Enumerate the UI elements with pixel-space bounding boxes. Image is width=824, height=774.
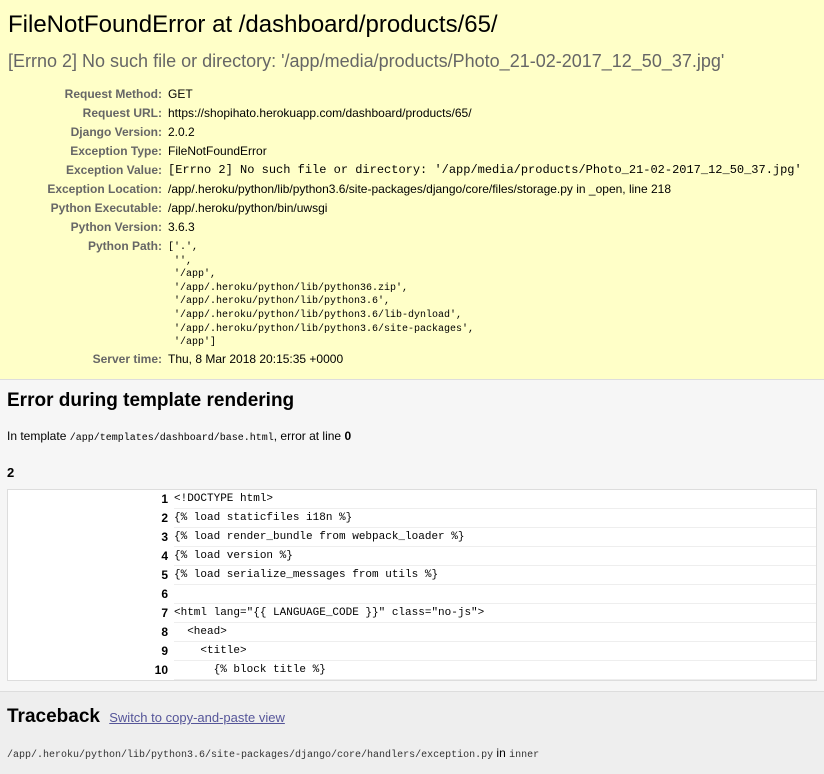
meta-label: Python Version:	[70, 220, 162, 234]
meta-row-django-version: Django Version: 2.0.2	[8, 123, 802, 142]
switch-to-copy-paste-link[interactable]: Switch to copy-and-paste view	[109, 710, 285, 725]
meta-label: Request URL:	[82, 106, 162, 120]
line-number: 3	[8, 527, 174, 548]
meta-label: Python Executable:	[50, 201, 162, 215]
meta-value: FileNotFoundError	[168, 144, 267, 158]
source-line: 9 <title>	[8, 641, 816, 662]
source-line: 5 {% load serialize_messages from utils %…	[8, 565, 816, 586]
frame-filename: /app/.heroku/python/lib/python3.6/site-p…	[7, 750, 494, 762]
python-path-value: ['.', '', '/app', '/app/.heroku/python/l…	[168, 242, 475, 349]
traceback-title: Traceback	[7, 706, 100, 728]
line-number: 7	[8, 603, 174, 624]
meta-row-exception-type: Exception Type: FileNotFoundError	[8, 142, 802, 161]
meta-value: GET	[168, 87, 193, 101]
meta-row-exception-location: Exception Location: /app/.heroku/python/…	[8, 180, 802, 199]
meta-label: Server time:	[92, 351, 162, 366]
line-code: {% block title %}	[174, 660, 816, 681]
meta-row-request-method: Request Method: GET	[8, 85, 802, 104]
template-error-intro: In template /app/templates/dashboard/bas…	[7, 428, 817, 447]
source-line: 3 {% load render_bundle from webpack_load…	[8, 527, 816, 548]
template-error-heading: Error during template rendering	[7, 389, 295, 411]
line-number: 10	[8, 660, 174, 681]
error-summary: FileNotFoundError at /dashboard/products…	[0, 0, 824, 380]
meta-row-server-time: Server time: Thu, 8 Mar 2018 20:15:35 +0…	[8, 350, 802, 369]
meta-row-python-version: Python Version: 3.6.3	[8, 218, 802, 237]
line-code: <html lang="{{ LANGUAGE_CODE }}" class="…	[174, 603, 816, 624]
exception-message: [Errno 2] No such file or directory: '/a…	[8, 51, 725, 71]
meta-value: 2.0.2	[168, 125, 195, 139]
line-number: 1	[8, 489, 174, 510]
source-line: 2 {% load staticfiles i18n %}	[8, 508, 816, 529]
line-number: 9	[8, 641, 174, 662]
line-code: <head>	[174, 622, 816, 643]
line-number: 2	[8, 508, 174, 529]
line-code: <title>	[174, 641, 816, 662]
line-number: 8	[8, 622, 174, 643]
line-code: {% load render_bundle from webpack_loade…	[174, 527, 816, 548]
meta-value: /app/.heroku/python/lib/python3.6/site-p…	[168, 182, 672, 196]
meta-label: Django Version:	[70, 125, 162, 139]
traceback-section: Traceback Switch to copy-and-paste view …	[0, 692, 824, 774]
source-line: 10 {% block title %}	[8, 660, 816, 681]
meta-value: https://shopihato.herokuapp.com/dashboar…	[168, 106, 472, 120]
intro-prefix: In template	[7, 428, 70, 443]
intro-suffix: , error at line	[273, 428, 345, 443]
line-code	[174, 584, 816, 605]
template-error-value: 2	[7, 464, 15, 480]
traceback-heading: Traceback Switch to copy-and-paste view	[7, 704, 817, 731]
meta-value: /app/.heroku/python/bin/uwsgi	[168, 201, 328, 215]
template-path: /app/templates/dashboard/base.html	[69, 432, 274, 444]
meta-label: Exception Type:	[70, 144, 162, 158]
source-line: 8 <head>	[8, 622, 816, 643]
source-line: 1 <!DOCTYPE html>	[8, 489, 816, 510]
meta-row-request-url: Request URL: https://shopihato.herokuapp…	[8, 104, 802, 123]
source-line: 6	[8, 584, 816, 605]
line-number: 6	[8, 584, 174, 605]
source-table: 1 <!DOCTYPE html> 2 {% load staticfiles i1…	[8, 489, 816, 681]
meta-value-cell: ['.', '', '/app', '/app/.heroku/python/l…	[168, 237, 802, 350]
meta-value: 3.6.3	[168, 220, 195, 234]
line-code: {% load serialize_messages from utils %}	[174, 565, 816, 586]
error-line-number: 0	[344, 428, 352, 443]
meta-row-python-path: Python Path: ['.', '', '/app', '/app/.he…	[8, 237, 802, 350]
line-code: {% load staticfiles i18n %}	[174, 508, 816, 529]
page-title: FileNotFoundError at /dashboard/products…	[8, 11, 498, 38]
meta-row-exception-value: Exception Value: [Errno 2] No such file …	[8, 161, 802, 180]
line-code: <!DOCTYPE html>	[174, 489, 816, 510]
line-code: {% load version %}	[174, 546, 816, 567]
traceback-frame[interactable]: /app/.heroku/python/lib/python3.6/site-p…	[7, 745, 817, 764]
source-line: 7 <html lang="{{ LANGUAGE_CODE }}" class=…	[8, 603, 816, 624]
meta-label: Request Method:	[64, 87, 162, 101]
meta-row-python-executable: Python Executable: /app/.heroku/python/b…	[8, 199, 802, 218]
template-error-section: Error during template rendering In templ…	[0, 379, 824, 693]
request-meta-table: Request Method: GET Request URL: https:/…	[8, 85, 802, 369]
meta-value: [Errno 2] No such file or directory: '/a…	[168, 163, 802, 177]
source-line: 4 {% load version %}	[8, 546, 816, 567]
meta-label: Exception Location:	[47, 182, 162, 196]
line-number: 5	[8, 565, 174, 586]
line-number: 4	[8, 546, 174, 567]
meta-label: Python Path:	[88, 239, 162, 253]
frame-in: in	[493, 746, 510, 761]
frame-function: inner	[509, 750, 540, 762]
meta-value: Thu, 8 Mar 2018 20:15:35 +0000	[168, 351, 344, 366]
template-source-listing[interactable]: 1 <!DOCTYPE html> 2 {% load staticfiles i1…	[7, 488, 817, 682]
meta-label: Exception Value:	[65, 163, 162, 177]
